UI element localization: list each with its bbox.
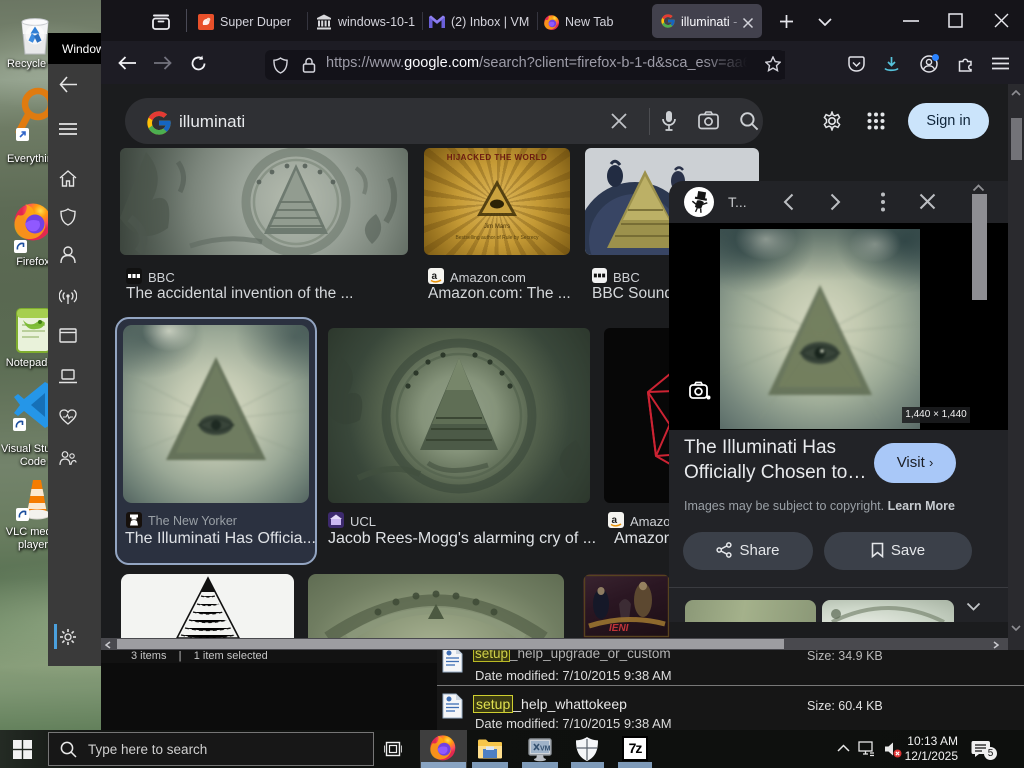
svg-text:a: a <box>432 271 438 282</box>
svg-text:a: a <box>612 515 618 526</box>
svg-text:VM: VM <box>540 746 551 753</box>
svg-text:IENI: IENI <box>609 623 629 634</box>
